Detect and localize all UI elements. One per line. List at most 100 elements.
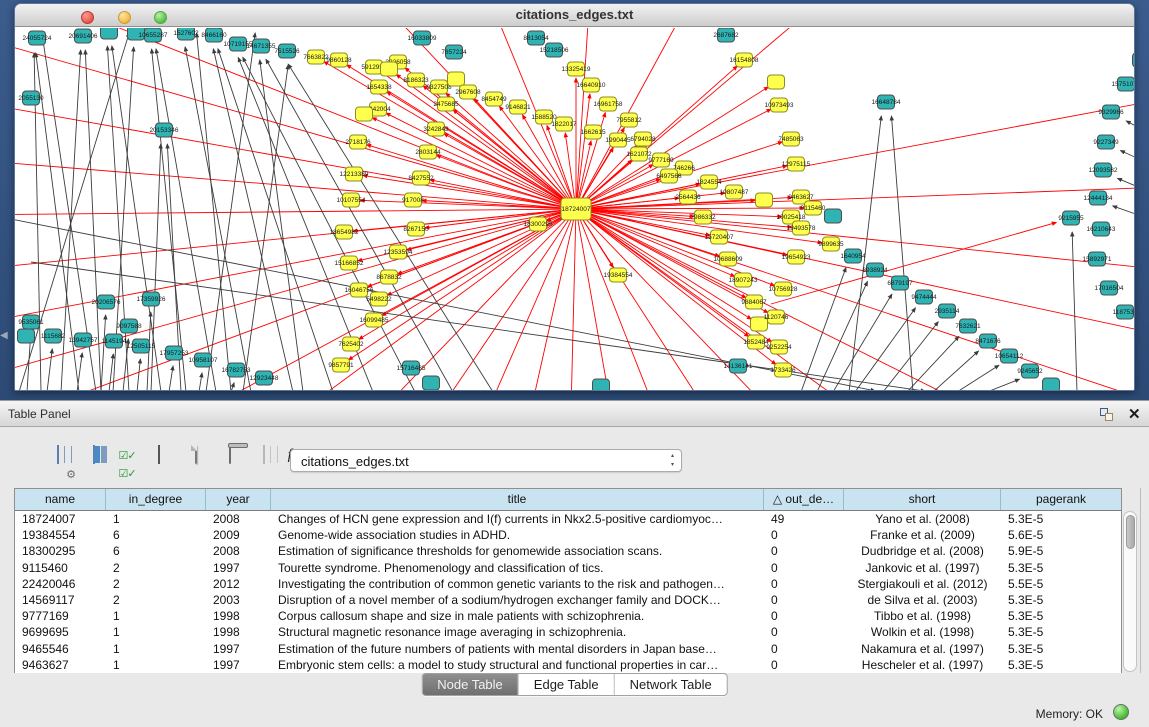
table-cell: 2 (106, 576, 206, 592)
graph-node[interactable] (381, 62, 398, 76)
row-height-icon[interactable] (145, 446, 173, 476)
table-row[interactable]: 1938455462009Genome-wide association stu… (15, 527, 1121, 543)
new-file-icon[interactable] (182, 446, 210, 476)
network-window[interactable]: citations_edges.txt 24055724206914061065… (14, 3, 1135, 391)
tab-node-table[interactable]: Node Table (422, 674, 519, 695)
table-cell: 2003 (206, 592, 271, 608)
graph-node-label: 12444134 (1084, 195, 1113, 202)
network-canvas[interactable]: 2405572420691406106552871527602846616010… (15, 28, 1134, 390)
table-cell: Tibbo et al. (1998) (844, 608, 1001, 624)
graph-node-label: 16154808 (730, 57, 759, 64)
graph-node[interactable] (448, 72, 465, 86)
graph-node-label: 1822017 (551, 121, 577, 128)
graph-node-label: 8466160 (201, 32, 227, 39)
graph-node-label: 9227349 (1093, 139, 1119, 146)
vertical-scrollbar[interactable] (1123, 511, 1137, 672)
delete-table-icon[interactable] (250, 446, 278, 476)
table-cell: 2012 (206, 576, 271, 592)
graph-node[interactable] (18, 329, 35, 343)
table-selector-dropdown[interactable]: citations_edges.txt ▴▾ (290, 449, 682, 472)
graph-node[interactable] (593, 379, 610, 391)
table-cell: 9463627 (15, 657, 106, 673)
graph-node-label: 9535061 (18, 319, 44, 326)
tab-network-table[interactable]: Network Table (615, 674, 727, 695)
table-cell: 5.3E-5 (1001, 624, 1121, 640)
select-column-icon[interactable] (80, 446, 108, 476)
network-window-titlebar[interactable]: citations_edges.txt (15, 4, 1134, 27)
table-panel: Table Panel ✕ ⚙ ☑✓☑✓ f(x) citations_edge… (0, 400, 1149, 727)
table-row[interactable]: 977716911998Corpus callosum shape and si… (15, 608, 1121, 624)
delete-trash-icon[interactable] (216, 446, 244, 476)
graph-node[interactable] (756, 193, 773, 207)
graph-node-label: 1588520 (531, 114, 557, 121)
graph-node[interactable] (825, 209, 842, 223)
table-cell: 6 (106, 527, 206, 543)
graph-node[interactable] (1133, 53, 1136, 67)
panel-collapse-arrow-icon[interactable]: ◀ (0, 330, 8, 341)
graph-node-label: 6794028 (630, 136, 656, 143)
table-row[interactable]: 911546021997Tourette syndrome. Phenomeno… (15, 560, 1121, 576)
graph-node-label: 2967608 (455, 89, 481, 96)
table-panel-title: Table Panel (8, 407, 71, 421)
graph-node-label: 2475685 (433, 101, 459, 108)
column-header-in_degree[interactable]: in_degree (106, 489, 206, 510)
table-cell: de Silva et al. (2003) (844, 592, 1001, 608)
graph-node-label: 18300295 (524, 221, 553, 228)
graph-node[interactable] (101, 28, 118, 39)
scrollbar-thumb[interactable] (1126, 515, 1135, 549)
float-window-icon[interactable] (1100, 408, 1114, 422)
graph-node-label: 10655287 (139, 32, 168, 39)
graph-node-label: 16782753 (222, 367, 251, 374)
graph-node[interactable] (423, 376, 440, 390)
graph-node-label: 7857224 (441, 49, 467, 56)
table-cell: 1997 (206, 657, 271, 673)
table-cell: Changes of HCN gene expression and I(f) … (271, 511, 764, 527)
table-cell: Dudbridge et al. (2008) (844, 543, 1001, 559)
table-row[interactable]: 1872400712008Changes of HCN gene express… (15, 511, 1121, 527)
graph-node-label: 18907243 (729, 277, 758, 284)
graph-node-label: 1654338 (366, 84, 392, 91)
column-header-pagerank[interactable]: pagerank (1001, 489, 1121, 510)
graph-node-label: 16210643 (1087, 226, 1116, 233)
graph-node[interactable] (768, 75, 785, 89)
table-row[interactable]: 1456911722003Disruption of a novel membe… (15, 592, 1121, 608)
column-header-out_de[interactable]: △ out_de… (764, 489, 844, 510)
graph-node-label: 15892971 (1083, 256, 1112, 263)
table-toolbar: ⚙ ☑✓☑✓ f(x) citations_edges.txt ▴▾ (0, 427, 1149, 487)
table-row[interactable]: 946362711997Embryonic stem cells: a mode… (15, 657, 1121, 673)
graph-node-label: 10973493 (765, 102, 794, 109)
table-cell: 1 (106, 624, 206, 640)
column-header-short[interactable]: short (844, 489, 1001, 510)
close-icon[interactable]: ✕ (1128, 405, 1141, 423)
table-row[interactable]: 2242004622012Investigating the contribut… (15, 576, 1121, 592)
column-header-name[interactable]: name (15, 489, 106, 510)
table-cell: Investigating the contribution of common… (271, 576, 764, 592)
graph-node[interactable] (1043, 378, 1060, 391)
graph-node[interactable] (356, 107, 373, 121)
table-row[interactable]: 946554611997Estimation of the future num… (15, 641, 1121, 657)
table-row[interactable]: 1830029562008Estimation of significance … (15, 543, 1121, 559)
graph-node-label: 6879197 (887, 280, 913, 287)
table-row[interactable]: 969969511998Structural magnetic resonanc… (15, 624, 1121, 640)
select-rows-check-icon[interactable]: ☑✓☑✓ (113, 446, 141, 476)
table-cell: 0 (764, 641, 844, 657)
memory-status-indicator[interactable] (1113, 704, 1129, 720)
table-selector-value: citations_edges.txt (301, 454, 409, 469)
table-cell: 0 (764, 657, 844, 673)
column-header-title[interactable]: title (271, 489, 764, 510)
table-panel-header[interactable]: Table Panel ✕ (0, 400, 1149, 427)
table-cell: Hescheler et al. (1997) (844, 657, 1001, 673)
graph-node-label: 2055130 (18, 95, 44, 102)
tab-edge-table[interactable]: Edge Table (519, 674, 615, 695)
table-cell: 9777169 (15, 608, 106, 624)
table-settings-icon[interactable]: ⚙ (44, 446, 72, 476)
graph-node-label: 9215955 (1058, 215, 1084, 222)
graph-node-label: 7485063 (778, 136, 804, 143)
column-header-year[interactable]: year (206, 489, 271, 510)
graph-node-label: 16640910 (577, 82, 606, 89)
table-cell: Tourette syndrome. Phenomenology and cla… (271, 560, 764, 576)
table-cell: 1 (106, 608, 206, 624)
citation-graph: 2405572420691406106552871527602846616010… (15, 28, 1135, 391)
graph-node-label: 9115460 (801, 205, 826, 212)
table-cell: Yano et al. (2008) (844, 511, 1001, 527)
